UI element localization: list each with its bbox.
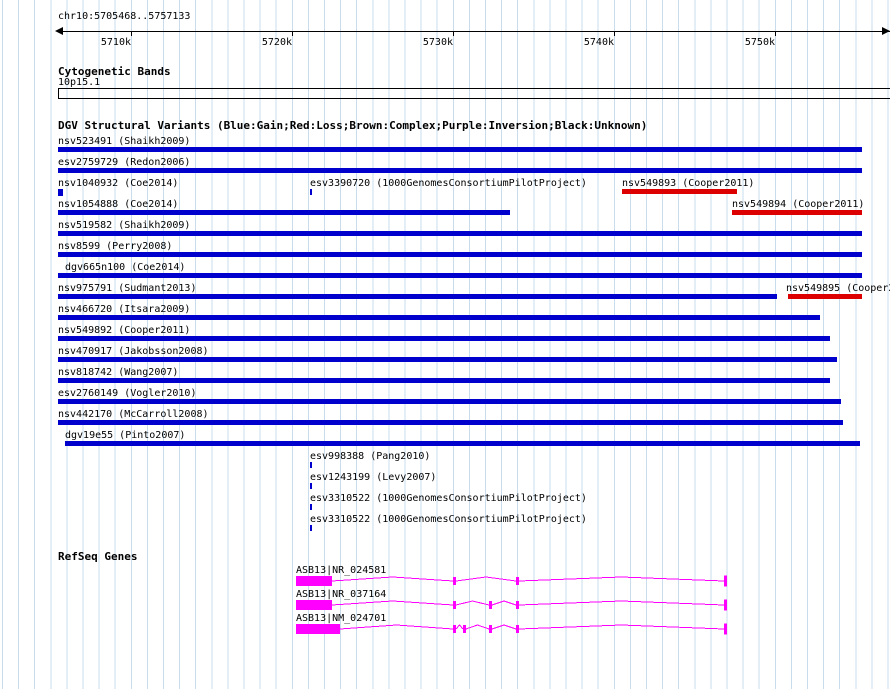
variant-bar[interactable] (58, 231, 862, 236)
ruler-tick (775, 31, 776, 36)
genome-browser-view: chr10:5705468..5757133 5710k 5720k 5730k 57… (0, 0, 890, 689)
ruler-tick (131, 31, 132, 36)
intron-line (492, 601, 516, 605)
intron-line (332, 601, 453, 605)
ruler-right-arrow-icon (882, 27, 890, 35)
variant-label: nsv549895 (Cooper2011) (786, 283, 890, 294)
exon-box (724, 576, 727, 587)
exon-box (296, 600, 332, 610)
variant-label: esv998388 (Pang2010) (310, 451, 430, 462)
intron-line (340, 625, 453, 629)
ruler-tick-label: 5720k (262, 37, 292, 48)
variant-label: nsv1040932 (Coe2014) (58, 178, 178, 189)
variant-bar[interactable] (732, 210, 862, 215)
cytoband-name: 10p15.1 (58, 77, 100, 88)
exon-box (296, 576, 332, 586)
intron-line (519, 625, 724, 629)
intron-line (519, 577, 724, 581)
exon-box (516, 577, 519, 585)
intron-line (492, 625, 516, 629)
ruler-tick-label: 5730k (423, 37, 453, 48)
variant-bar[interactable] (58, 399, 841, 404)
gene-model[interactable] (0, 621, 890, 637)
exon-box (489, 625, 492, 633)
variant-label: nsv975791 (Sudmant2013) (58, 283, 196, 294)
ruler-tick-label: 5710k (101, 37, 131, 48)
variant-bar[interactable] (58, 273, 862, 278)
variant-label: nsv442170 (McCarroll2008) (58, 409, 209, 420)
exon-box (516, 625, 519, 633)
variant-bar[interactable] (58, 210, 510, 215)
gene-model[interactable] (0, 597, 890, 613)
gene-model[interactable] (0, 573, 890, 589)
variant-bar[interactable] (788, 294, 862, 299)
variant-label: dgv19e55 (Pinto2007) (65, 430, 185, 441)
variant-label: nsv466720 (Itsara2009) (58, 304, 190, 315)
exon-box (724, 600, 727, 611)
variant-bar[interactable] (58, 168, 862, 173)
cytoband-box (58, 88, 890, 99)
variant-label: nsv818742 (Wang2007) (58, 367, 178, 378)
variant-label: esv2759729 (Redon2006) (58, 157, 190, 168)
variant-label: nsv549893 (Cooper2011) (622, 178, 754, 189)
variant-bar[interactable] (310, 504, 312, 510)
exon-box (463, 625, 466, 633)
variant-label: esv3310522 (1000GenomesConsortiumPilotPr… (310, 493, 587, 504)
variant-bar[interactable] (58, 189, 63, 196)
variant-bar[interactable] (622, 189, 737, 194)
exon-box (296, 624, 340, 634)
exon-box (724, 624, 727, 635)
exon-box (516, 601, 519, 609)
variant-bar[interactable] (58, 294, 777, 299)
variant-label: dgv665n100 (Coe2014) (65, 262, 185, 273)
variant-bar[interactable] (310, 525, 312, 531)
variant-bar[interactable] (58, 252, 862, 257)
variant-label: esv2760149 (Vogler2010) (58, 388, 196, 399)
variant-bar[interactable] (310, 483, 312, 489)
exon-box (453, 625, 456, 633)
intron-line (466, 625, 489, 629)
variant-label: nsv549894 (Cooper2011) (732, 199, 864, 210)
refseq-track-title: RefSeq Genes (58, 551, 137, 563)
variant-label: esv1243199 (Levy2007) (310, 472, 436, 483)
ruler-left-arrow-icon (55, 27, 63, 35)
exon-box (453, 601, 456, 609)
ruler-tick (614, 31, 615, 36)
variant-label: esv3310522 (1000GenomesConsortiumPilotPr… (310, 514, 587, 525)
variant-label: nsv519582 (Shaikh2009) (58, 220, 190, 231)
region-position-label: chr10:5705468..5757133 (58, 11, 190, 22)
variant-bar[interactable] (58, 357, 837, 362)
intron-line (519, 601, 724, 605)
variant-bar[interactable] (310, 189, 312, 195)
ruler-tick (453, 31, 454, 36)
variant-bar[interactable] (58, 147, 862, 152)
variant-label: nsv1054888 (Coe2014) (58, 199, 178, 210)
variant-label: nsv8599 (Perry2008) (58, 241, 172, 252)
ruler-tick-label: 5750k (745, 37, 775, 48)
intron-line (456, 577, 516, 581)
exon-box (489, 601, 492, 609)
variant-label: nsv523491 (Shaikh2009) (58, 136, 190, 147)
ruler-tick (292, 31, 293, 36)
variant-bar[interactable] (58, 420, 843, 425)
variant-bar[interactable] (65, 441, 860, 446)
variant-label: esv3390720 (1000GenomesConsortiumPilotPr… (310, 178, 587, 189)
variant-bar[interactable] (58, 378, 830, 383)
dgv-track-title: DGV Structural Variants (Blue:Gain;Red:L… (58, 120, 647, 132)
exon-box (453, 577, 456, 585)
intron-line (456, 601, 489, 605)
intron-line (332, 577, 453, 581)
variant-bar[interactable] (58, 336, 830, 341)
variant-label: nsv549892 (Cooper2011) (58, 325, 190, 336)
ruler-line (58, 31, 890, 32)
variant-bar[interactable] (58, 315, 820, 320)
intron-line (456, 625, 463, 629)
variant-label: nsv470917 (Jakobsson2008) (58, 346, 209, 357)
ruler-tick-label: 5740k (584, 37, 614, 48)
variant-bar[interactable] (310, 462, 312, 468)
